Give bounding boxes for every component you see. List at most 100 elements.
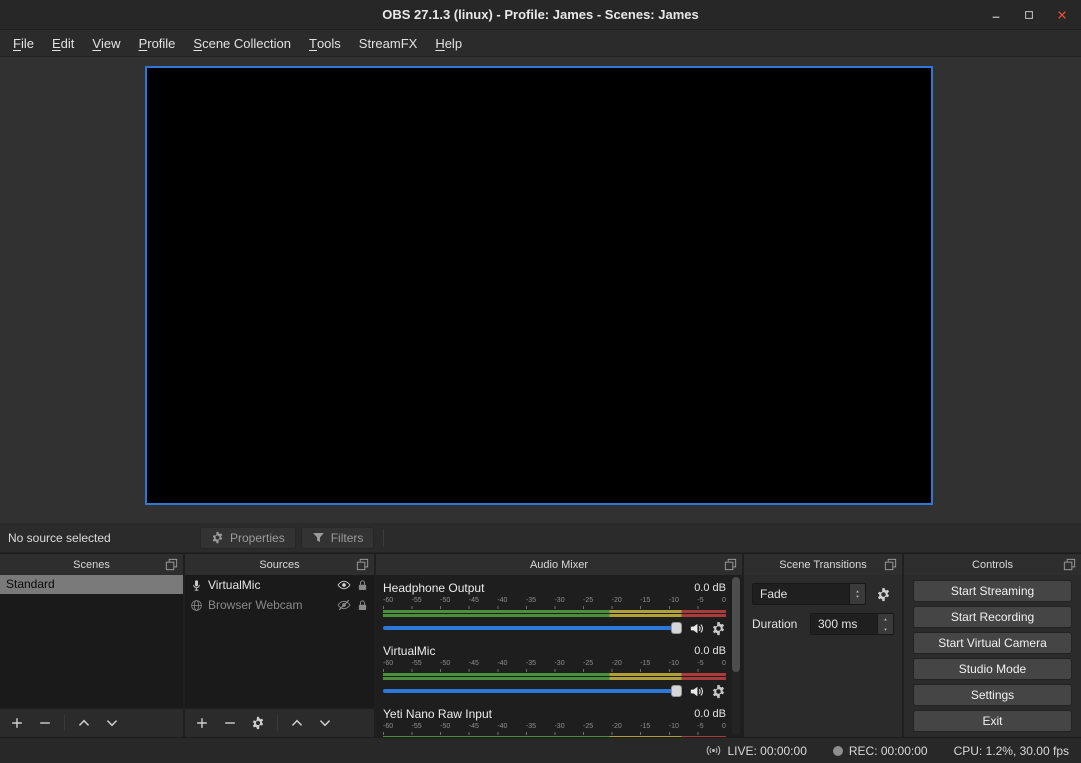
- menu-tools[interactable]: Tools: [300, 30, 350, 56]
- minimize-button[interactable]: [987, 6, 1005, 24]
- menu-scene-collection[interactable]: Scene Collection: [184, 30, 300, 56]
- settings-button[interactable]: Settings: [913, 684, 1072, 706]
- chevron-down-icon: [105, 716, 119, 730]
- db-tick-label: -5: [697, 596, 703, 606]
- sources-dock: Sources VirtualMic Browser Webcam: [185, 554, 374, 737]
- duration-input[interactable]: 300 ms: [810, 613, 894, 635]
- eye-slash-icon[interactable]: [337, 598, 351, 612]
- close-icon: [1056, 9, 1068, 21]
- db-tick-label: -55: [412, 659, 422, 669]
- dock-float-icon[interactable]: [355, 557, 370, 572]
- dock-float-icon[interactable]: [1062, 557, 1077, 572]
- db-tick-label: -45: [469, 596, 479, 606]
- volume-slider-handle[interactable]: [671, 685, 682, 697]
- duration-spin-up[interactable]: [878, 614, 893, 624]
- channel-name: Headphone Output: [383, 581, 484, 595]
- gear-icon[interactable]: [711, 684, 726, 699]
- mixer-scrollbar-thumb[interactable]: [732, 577, 740, 672]
- move-source-up-button[interactable]: [284, 711, 310, 735]
- live-status: LIVE: 00:00:00: [706, 743, 806, 758]
- menu-view[interactable]: View: [83, 30, 129, 56]
- menu-edit[interactable]: Edit: [43, 30, 83, 56]
- volume-meter: [383, 677, 726, 680]
- move-scene-up-button[interactable]: [71, 711, 97, 735]
- preview-canvas[interactable]: [145, 66, 933, 505]
- meter-scale: -60-55-50-45-40-35-30-25-20-15-10-50: [383, 596, 726, 606]
- start-virtual-camera-button[interactable]: Start Virtual Camera: [913, 632, 1072, 654]
- start-streaming-button[interactable]: Start Streaming: [913, 580, 1072, 602]
- filters-button[interactable]: Filters: [301, 527, 375, 549]
- controls-dock-title: Controls: [972, 559, 1013, 571]
- properties-button[interactable]: Properties: [200, 527, 296, 549]
- transition-select[interactable]: Fade: [752, 583, 866, 605]
- remove-scene-button[interactable]: [32, 711, 58, 735]
- controls-dock-header: Controls: [904, 554, 1081, 575]
- move-scene-down-button[interactable]: [99, 711, 125, 735]
- dock-float-icon[interactable]: [723, 557, 738, 572]
- sources-dock-header: Sources: [185, 554, 374, 575]
- db-tick-label: 0: [722, 722, 726, 732]
- gear-icon: [876, 587, 891, 602]
- dock-float-icon[interactable]: [883, 557, 898, 572]
- dock-area: Scenes Standard Sources VirtualMic: [0, 553, 1081, 737]
- gear-icon[interactable]: [711, 621, 726, 636]
- plus-icon: [195, 716, 209, 730]
- speaker-icon[interactable]: [689, 684, 704, 699]
- sources-list[interactable]: VirtualMic Browser Webcam: [185, 575, 374, 708]
- maximize-button[interactable]: [1020, 6, 1038, 24]
- volume-slider-handle[interactable]: [671, 622, 682, 634]
- start-recording-button[interactable]: Start Recording: [913, 606, 1072, 628]
- remove-source-button[interactable]: [217, 711, 243, 735]
- db-tick-label: -40: [497, 596, 507, 606]
- scene-item-standard[interactable]: Standard: [0, 575, 183, 594]
- dock-float-icon[interactable]: [164, 557, 179, 572]
- db-tick-label: -15: [640, 659, 650, 669]
- menu-help[interactable]: Help: [426, 30, 471, 56]
- record-dot-icon: [833, 746, 843, 756]
- no-source-selected-label: No source selected: [0, 531, 200, 545]
- status-bar: LIVE: 00:00:00 REC: 00:00:00 CPU: 1.2%, …: [0, 737, 1081, 763]
- speaker-icon[interactable]: [689, 621, 704, 636]
- db-tick-label: -5: [697, 722, 703, 732]
- volume-meter: [383, 736, 726, 737]
- move-source-down-button[interactable]: [312, 711, 338, 735]
- eye-icon[interactable]: [337, 578, 351, 592]
- menu-streamfx[interactable]: StreamFX: [350, 30, 427, 56]
- mixer-scrollbar[interactable]: [732, 577, 740, 735]
- transition-selected-value: Fade: [760, 587, 787, 601]
- scenes-toolbar: [0, 708, 183, 737]
- globe-icon: [190, 599, 203, 612]
- window-title: OBS 27.1.3 (linux) - Profile: James - Sc…: [382, 7, 698, 22]
- db-tick-label: -35: [526, 596, 536, 606]
- db-tick-label: -20: [612, 596, 622, 606]
- add-source-button[interactable]: [189, 711, 215, 735]
- title-bar: OBS 27.1.3 (linux) - Profile: James - Sc…: [0, 0, 1081, 30]
- meter-tickmarks: [383, 606, 726, 609]
- volume-slider[interactable]: [383, 621, 682, 635]
- menu-profile[interactable]: Profile: [130, 30, 185, 56]
- studio-mode-button[interactable]: Studio Mode: [913, 658, 1072, 680]
- add-scene-button[interactable]: [4, 711, 30, 735]
- volume-meter: [383, 610, 726, 613]
- menu-file[interactable]: File: [4, 30, 43, 56]
- gear-icon: [251, 716, 265, 730]
- cpu-fps-stats: CPU: 1.2%, 30.00 fps: [954, 744, 1069, 758]
- lock-icon[interactable]: [356, 579, 369, 592]
- duration-spin-down[interactable]: [878, 624, 893, 634]
- scenes-dock-title: Scenes: [73, 559, 110, 571]
- audio-mixer-dock-title: Audio Mixer: [530, 559, 588, 571]
- source-properties-button[interactable]: [245, 711, 271, 735]
- source-item-virtualmic[interactable]: VirtualMic: [185, 575, 374, 595]
- volume-slider[interactable]: [383, 684, 682, 698]
- volume-meter: [383, 614, 726, 617]
- db-tick-label: -60: [383, 722, 393, 732]
- source-item-browser-webcam[interactable]: Browser Webcam: [185, 595, 374, 615]
- transition-settings-button[interactable]: [872, 583, 894, 605]
- exit-button[interactable]: Exit: [913, 710, 1072, 732]
- scenes-list[interactable]: Standard: [0, 575, 183, 708]
- lock-icon[interactable]: [356, 599, 369, 612]
- microphone-icon: [190, 579, 203, 592]
- close-button[interactable]: [1053, 6, 1071, 24]
- db-tick-label: -30: [554, 722, 564, 732]
- live-timer: LIVE: 00:00:00: [727, 744, 806, 758]
